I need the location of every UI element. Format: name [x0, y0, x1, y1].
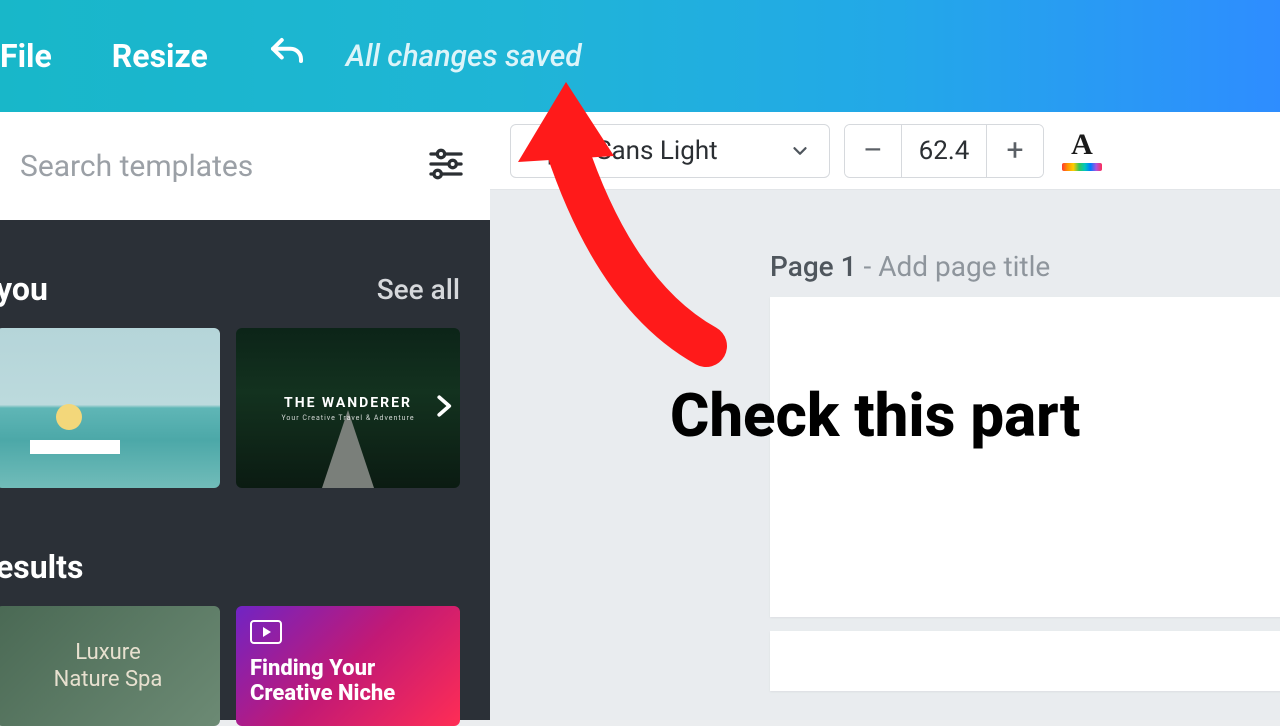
- undo-button[interactable]: [238, 33, 336, 79]
- road-shape: [322, 410, 374, 488]
- font-dropdown[interactable]: Open Sans Light: [510, 124, 830, 178]
- font-name: Open Sans Light: [529, 136, 718, 166]
- canvas-page[interactable]: [770, 631, 1280, 691]
- file-menu[interactable]: File: [0, 37, 82, 75]
- page-title-field[interactable]: Page 1 - Add page title: [770, 250, 1280, 283]
- rainbow-swatch: [1062, 163, 1102, 171]
- chevron-right-icon: [428, 382, 458, 430]
- canvas-area: Open Sans Light – 62.4 + A Page 1 - Add …: [490, 112, 1280, 720]
- template-thumb[interactable]: Finding Your Creative Niche: [236, 606, 460, 726]
- top-menubar: File Resize All changes saved: [0, 0, 1280, 112]
- resize-menu[interactable]: Resize: [82, 37, 238, 75]
- increase-size-button[interactable]: +: [987, 125, 1043, 177]
- for-you-thumbs: THE WANDERER Your Creative Travel & Adve…: [0, 328, 490, 488]
- template-thumb[interactable]: THE WANDERER Your Creative Travel & Adve…: [236, 328, 460, 488]
- thumb-title: THE WANDERER Your Creative Travel & Adve…: [281, 395, 414, 422]
- sliders-icon: [426, 144, 466, 184]
- section-title: you: [0, 270, 48, 308]
- template-thumb[interactable]: [0, 328, 220, 488]
- thumb-title: Finding Your Creative Niche: [250, 656, 446, 707]
- undo-icon: [266, 33, 308, 75]
- section-results-header: esults: [0, 488, 490, 606]
- next-button[interactable]: [428, 382, 458, 434]
- search-row: [0, 112, 490, 220]
- thumb-title: Luxure Nature Spa: [44, 629, 173, 704]
- chevron-down-icon: [789, 140, 811, 162]
- text-color-button[interactable]: A: [1058, 124, 1106, 178]
- template-thumb[interactable]: Luxure Nature Spa: [0, 606, 220, 726]
- search-input[interactable]: [20, 149, 416, 184]
- section-title: esults: [0, 548, 83, 586]
- font-size-value[interactable]: 62.4: [901, 125, 987, 177]
- sun-icon: [56, 404, 82, 430]
- font-size-stepper: – 62.4 +: [844, 124, 1044, 178]
- see-all-link[interactable]: See all: [377, 273, 460, 306]
- results-thumbs: Luxure Nature Spa Finding Your Creative …: [0, 606, 490, 726]
- thumb-text-bar: [30, 440, 120, 454]
- text-color-icon: A: [1071, 130, 1093, 160]
- templates-panel: you See all THE WANDERER Your Creative T…: [0, 112, 490, 720]
- decrease-size-button[interactable]: –: [845, 125, 901, 177]
- filter-button[interactable]: [426, 144, 466, 188]
- text-toolbar: Open Sans Light – 62.4 + A: [490, 112, 1280, 190]
- play-badge-icon: [250, 620, 282, 644]
- section-for-you-header: you See all: [0, 220, 490, 328]
- save-status: All changes saved: [346, 39, 582, 74]
- canvas-page[interactable]: [770, 297, 1280, 617]
